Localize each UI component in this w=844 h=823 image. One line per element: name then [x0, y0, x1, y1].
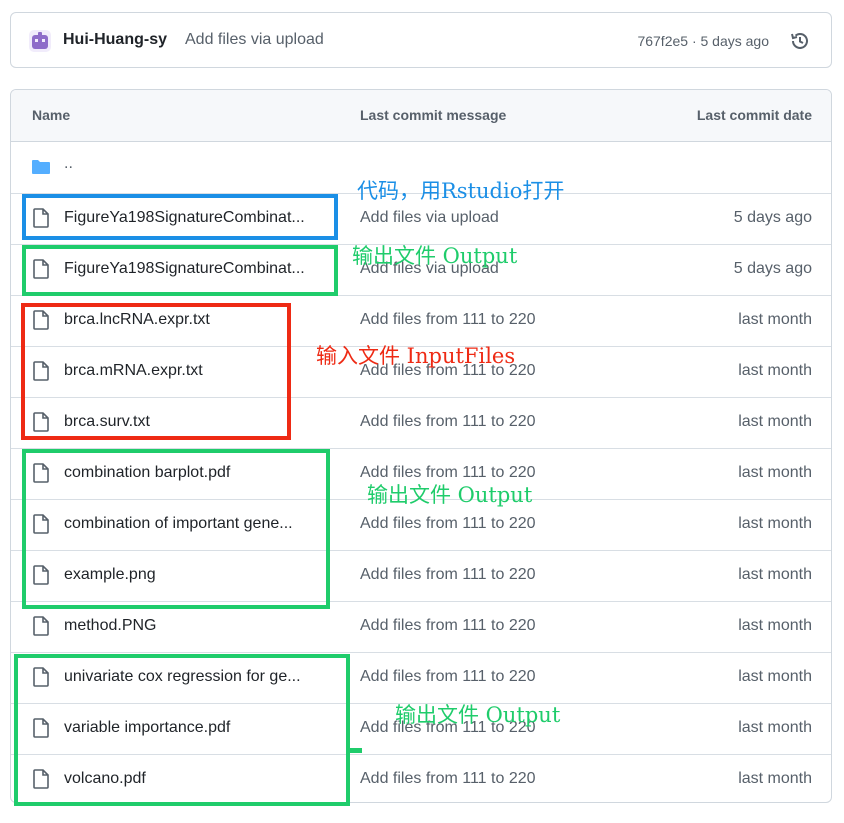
- commit-author-link[interactable]: Hui-Huang-sy: [63, 31, 167, 49]
- file-name-link[interactable]: method.PNG: [64, 617, 156, 635]
- column-header-name: Name: [32, 107, 71, 123]
- commit-hash-and-time[interactable]: 767f2e5 · 5 days ago: [637, 33, 769, 49]
- annotation-label-code: 代码，用Rstudio打开: [357, 179, 565, 203]
- commit-date: last month: [738, 719, 812, 736]
- commit-date: last month: [738, 770, 812, 787]
- parent-directory-link[interactable]: ..: [64, 155, 73, 173]
- commit-date: 5 days ago: [733, 209, 812, 226]
- file-icon: [33, 616, 49, 636]
- commit-message-link[interactable]: Add files from 111 to 220: [360, 566, 536, 584]
- table-header: Name Last commit message Last commit dat…: [11, 90, 831, 142]
- commit-message-link[interactable]: Add files via upload: [360, 209, 499, 227]
- commit-date: 5 days ago: [733, 260, 812, 277]
- annotation-label-input: 输入文件 InputFiles: [316, 344, 516, 368]
- annotation-box-output: [14, 654, 350, 806]
- commit-date: last month: [738, 668, 812, 685]
- annotation-box-tick: [346, 748, 362, 753]
- commit-date: last month: [738, 362, 812, 379]
- commit-message-link[interactable]: Add files from 111 to 220: [360, 617, 536, 635]
- annotation-box-output: [22, 449, 330, 609]
- column-header-commit-date: Last commit date: [696, 107, 812, 123]
- avatar-icon[interactable]: [29, 30, 51, 52]
- commit-date: last month: [738, 311, 812, 328]
- commit-message-link[interactable]: Add files from 111 to 220: [360, 770, 536, 788]
- commit-date: last month: [738, 617, 812, 634]
- annotation-label-output: 输出文件 Output: [352, 244, 518, 268]
- commit-message-link[interactable]: Add files via upload: [185, 31, 324, 49]
- commit-date: last month: [738, 566, 812, 583]
- commit-date: last month: [738, 413, 812, 430]
- commit-message-link[interactable]: Add files from 111 to 220: [360, 464, 536, 482]
- commit-date: last month: [738, 464, 812, 481]
- history-icon[interactable]: [789, 30, 811, 52]
- annotation-box-code: [22, 194, 338, 240]
- commit-date: last month: [738, 515, 812, 532]
- commit-message-link[interactable]: Add files from 111 to 220: [360, 668, 536, 686]
- annotation-label-output: 输出文件 Output: [367, 483, 533, 507]
- commit-message-link[interactable]: Add files from 111 to 220: [360, 413, 536, 431]
- commit-message-link[interactable]: Add files from 111 to 220: [360, 515, 536, 533]
- commit-message-link[interactable]: Add files from 111 to 220: [360, 311, 536, 329]
- annotation-label-output: 输出文件 Output: [395, 703, 561, 727]
- column-header-commit-message: Last commit message: [360, 107, 507, 123]
- annotation-box-input: [21, 303, 291, 440]
- annotation-box-output: [22, 245, 338, 296]
- latest-commit-bar: Hui-Huang-sy Add files via upload 767f2e…: [10, 12, 832, 68]
- folder-icon: [32, 160, 50, 174]
